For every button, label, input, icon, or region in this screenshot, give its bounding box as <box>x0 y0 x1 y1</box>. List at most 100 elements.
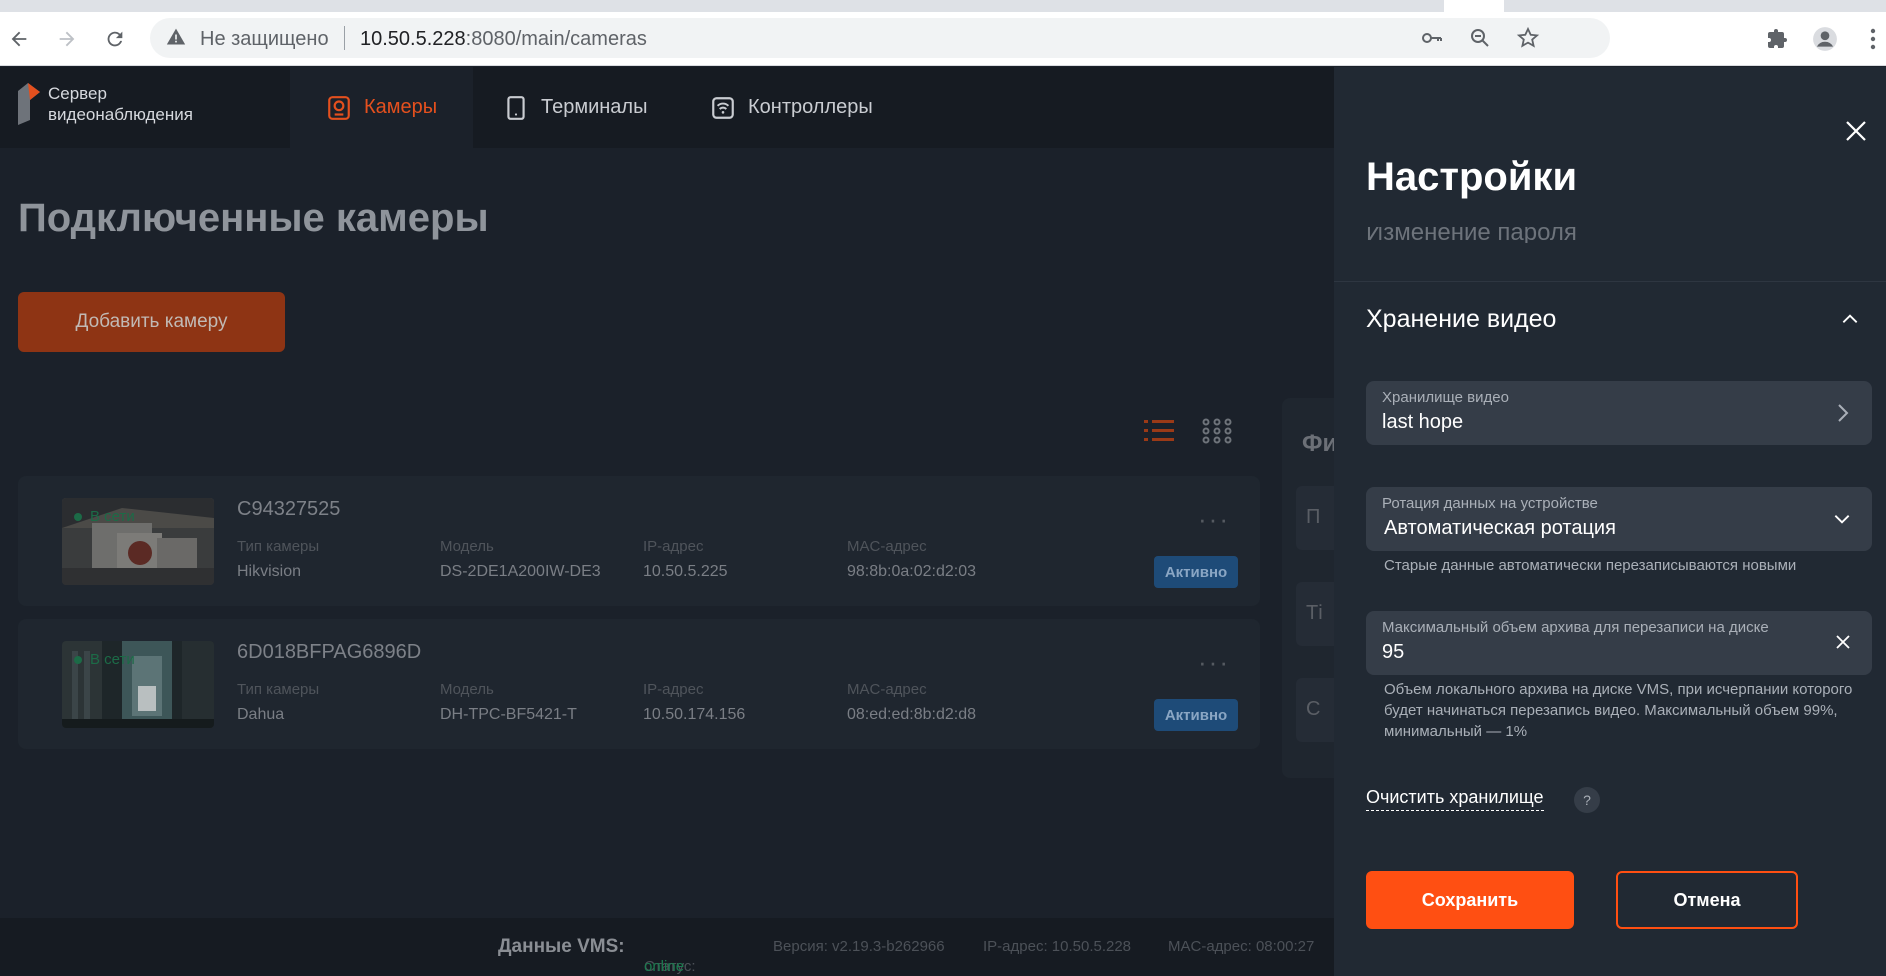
max-volume-hint: Объем локального архива на диске VMS, пр… <box>1384 681 1853 740</box>
bookmark-star-icon[interactable] <box>1516 26 1540 50</box>
rotation-dropdown[interactable]: Ротация данных на устройстве Автоматичес… <box>1366 487 1872 551</box>
url-text[interactable]: 10.50.5.228:8080/main/cameras <box>360 28 647 51</box>
filter-field-label: Ті <box>1306 602 1323 624</box>
section-title[interactable]: Хранение видео <box>1366 305 1556 334</box>
camera-type-value: Hikvision <box>237 563 302 580</box>
camera-name[interactable]: C94327525 <box>237 498 340 521</box>
camera-status-text: В сети <box>90 508 135 525</box>
grid-view-icon[interactable] <box>1202 418 1232 449</box>
clear-input-icon[interactable] <box>1834 633 1852 656</box>
camera-model-label: Модель <box>440 538 494 555</box>
camera-status: В сети <box>74 508 135 525</box>
camera-icon <box>328 95 350 120</box>
logo-text: Сервер видеонаблюдения <box>48 83 193 125</box>
nav-label-cameras: Камеры <box>364 96 438 118</box>
camera-model-value: DS-2DE1A200IW-DE3 <box>440 563 601 580</box>
camera-type-field: Тип камеры Hikvision <box>237 538 319 581</box>
logo-icon <box>18 83 40 125</box>
address-bar[interactable]: Не защищено 10.50.5.228:8080/main/camera… <box>150 18 1610 58</box>
footer-title: Данные VMS: <box>498 936 625 957</box>
app-header: Сервер видеонаблюдения Камеры Терминалы … <box>0 67 1334 148</box>
camera-row[interactable]: В сети C94327525 Тип камеры Hikvision Мо… <box>18 476 1260 606</box>
help-icon[interactable]: ? <box>1574 787 1600 813</box>
browser-toolbar: Не защищено 10.50.5.228:8080/main/camera… <box>0 12 1886 66</box>
browser-menu-icon[interactable] <box>1860 26 1886 52</box>
tablet-icon <box>507 95 525 120</box>
cancel-button[interactable]: Отмена <box>1616 871 1798 929</box>
camera-type-value: Dahua <box>237 706 285 723</box>
camera-thumbnail[interactable]: В сети <box>62 498 214 585</box>
clear-storage-link[interactable]: Очистить хранилище <box>1366 787 1544 811</box>
omnibox-separator <box>344 26 345 50</box>
camera-model-field: Модель DS-2DE1A200IW-DE3 <box>440 538 601 581</box>
extensions-icon[interactable] <box>1764 26 1790 52</box>
camera-model-field: Модель DH-TPC-BF5421-T <box>440 681 577 724</box>
camera-mac-label: MAC-адрес <box>847 538 927 555</box>
list-view-icon[interactable] <box>1144 418 1174 449</box>
forward-icon[interactable] <box>54 26 80 52</box>
profile-avatar-icon[interactable] <box>1812 26 1838 52</box>
warning-icon[interactable] <box>166 27 186 52</box>
back-icon[interactable] <box>6 26 32 52</box>
status-badge: Активно <box>1154 556 1238 588</box>
max-volume-label: Максимальный объем архива для перезаписи… <box>1382 619 1769 636</box>
footer-mac: MAC-адрес: 08:00:27 <box>1168 938 1315 955</box>
online-dot-icon <box>74 655 82 664</box>
more-options-icon[interactable]: ··· <box>1198 647 1230 678</box>
camera-thumbnail[interactable]: В сети <box>62 641 214 728</box>
camera-mac-value: 98:8b:0a:02:d2:03 <box>847 563 977 580</box>
camera-ip-label: IP-адрес <box>643 538 704 555</box>
rotation-label: Ротация данных на устройстве <box>1382 495 1598 512</box>
camera-row[interactable]: В сети 6D018BFPAG6896D Тип камеры Dahua … <box>18 619 1260 749</box>
camera-mac-field: MAC-адрес 08:ed:ed:8b:d2:d8 <box>847 681 976 724</box>
footer-status-value: online <box>644 958 685 975</box>
chevron-down-icon <box>1832 509 1852 534</box>
reload-icon[interactable] <box>102 26 128 52</box>
nav-item-terminals[interactable]: Терминалы <box>467 67 683 148</box>
camera-ip-value: 10.50.5.225 <box>643 563 728 580</box>
active-tab[interactable] <box>1444 0 1504 12</box>
logo-line-2: видеонаблюдения <box>48 105 193 124</box>
camera-type-label: Тип камеры <box>237 538 320 555</box>
camera-mac-field: MAC-адрес 98:8b:0a:02:d2:03 <box>847 538 976 581</box>
nav-item-cameras[interactable]: Камеры <box>290 67 474 148</box>
nav-item-controllers[interactable]: Контроллеры <box>674 67 909 148</box>
storage-select[interactable]: Хранилище видео last hope <box>1366 381 1872 445</box>
filter-field-label: П <box>1306 506 1321 528</box>
controller-icon <box>712 96 734 119</box>
camera-name[interactable]: 6D018BFPAG6896D <box>237 641 421 664</box>
rotation-value: Автоматическая ротация <box>1384 517 1616 539</box>
camera-type-label: Тип камеры <box>237 681 320 698</box>
url-path: :8080/main/cameras <box>465 28 647 50</box>
more-options-icon[interactable]: ··· <box>1198 504 1230 535</box>
footer: Данные VMS: Статус: online Версия: v2.19… <box>0 918 1334 976</box>
filter-field-label: С <box>1306 698 1321 720</box>
zoom-out-icon[interactable] <box>1468 26 1492 50</box>
settings-drawer: Настройки Изменение пароля Хранение виде… <box>1334 67 1886 976</box>
url-host: 10.50.5.228 <box>360 28 466 50</box>
security-label[interactable]: Не защищено <box>200 28 329 51</box>
save-button[interactable]: Сохранить <box>1366 871 1574 929</box>
camera-type-field: Тип камеры Dahua <box>237 681 319 724</box>
status-badge: Активно <box>1154 699 1238 731</box>
logo-line-1: Сервер <box>48 84 107 103</box>
camera-model-label: Модель <box>440 681 494 698</box>
page-title: Подключенные камеры <box>18 196 489 240</box>
rotation-hint: Старые данные автоматически перезаписыва… <box>1384 557 1797 574</box>
camera-status-text: В сети <box>90 651 135 668</box>
camera-ip-label: IP-адрес <box>643 681 704 698</box>
chevron-up-icon[interactable] <box>1840 309 1860 334</box>
storage-label: Хранилище видео <box>1382 389 1509 406</box>
footer-version: Версия: v2.19.3-b262966 <box>773 938 945 955</box>
add-camera-button[interactable]: Добавить камеру <box>18 292 285 352</box>
key-icon[interactable] <box>1420 26 1444 50</box>
filter-title: Фи <box>1302 430 1338 457</box>
section-change-password[interactable]: Изменение пароля <box>1366 227 1577 243</box>
camera-ip-field: IP-адрес 10.50.174.156 <box>643 681 745 724</box>
chevron-right-icon <box>1834 403 1852 428</box>
camera-mac-label: MAC-адрес <box>847 681 927 698</box>
camera-mac-value: 08:ed:ed:8b:d2:d8 <box>847 706 977 723</box>
max-volume-input[interactable]: Максимальный объем архива для перезаписи… <box>1366 611 1872 675</box>
close-icon[interactable] <box>1844 119 1868 143</box>
app-logo[interactable]: Сервер видеонаблюдения <box>16 83 193 125</box>
